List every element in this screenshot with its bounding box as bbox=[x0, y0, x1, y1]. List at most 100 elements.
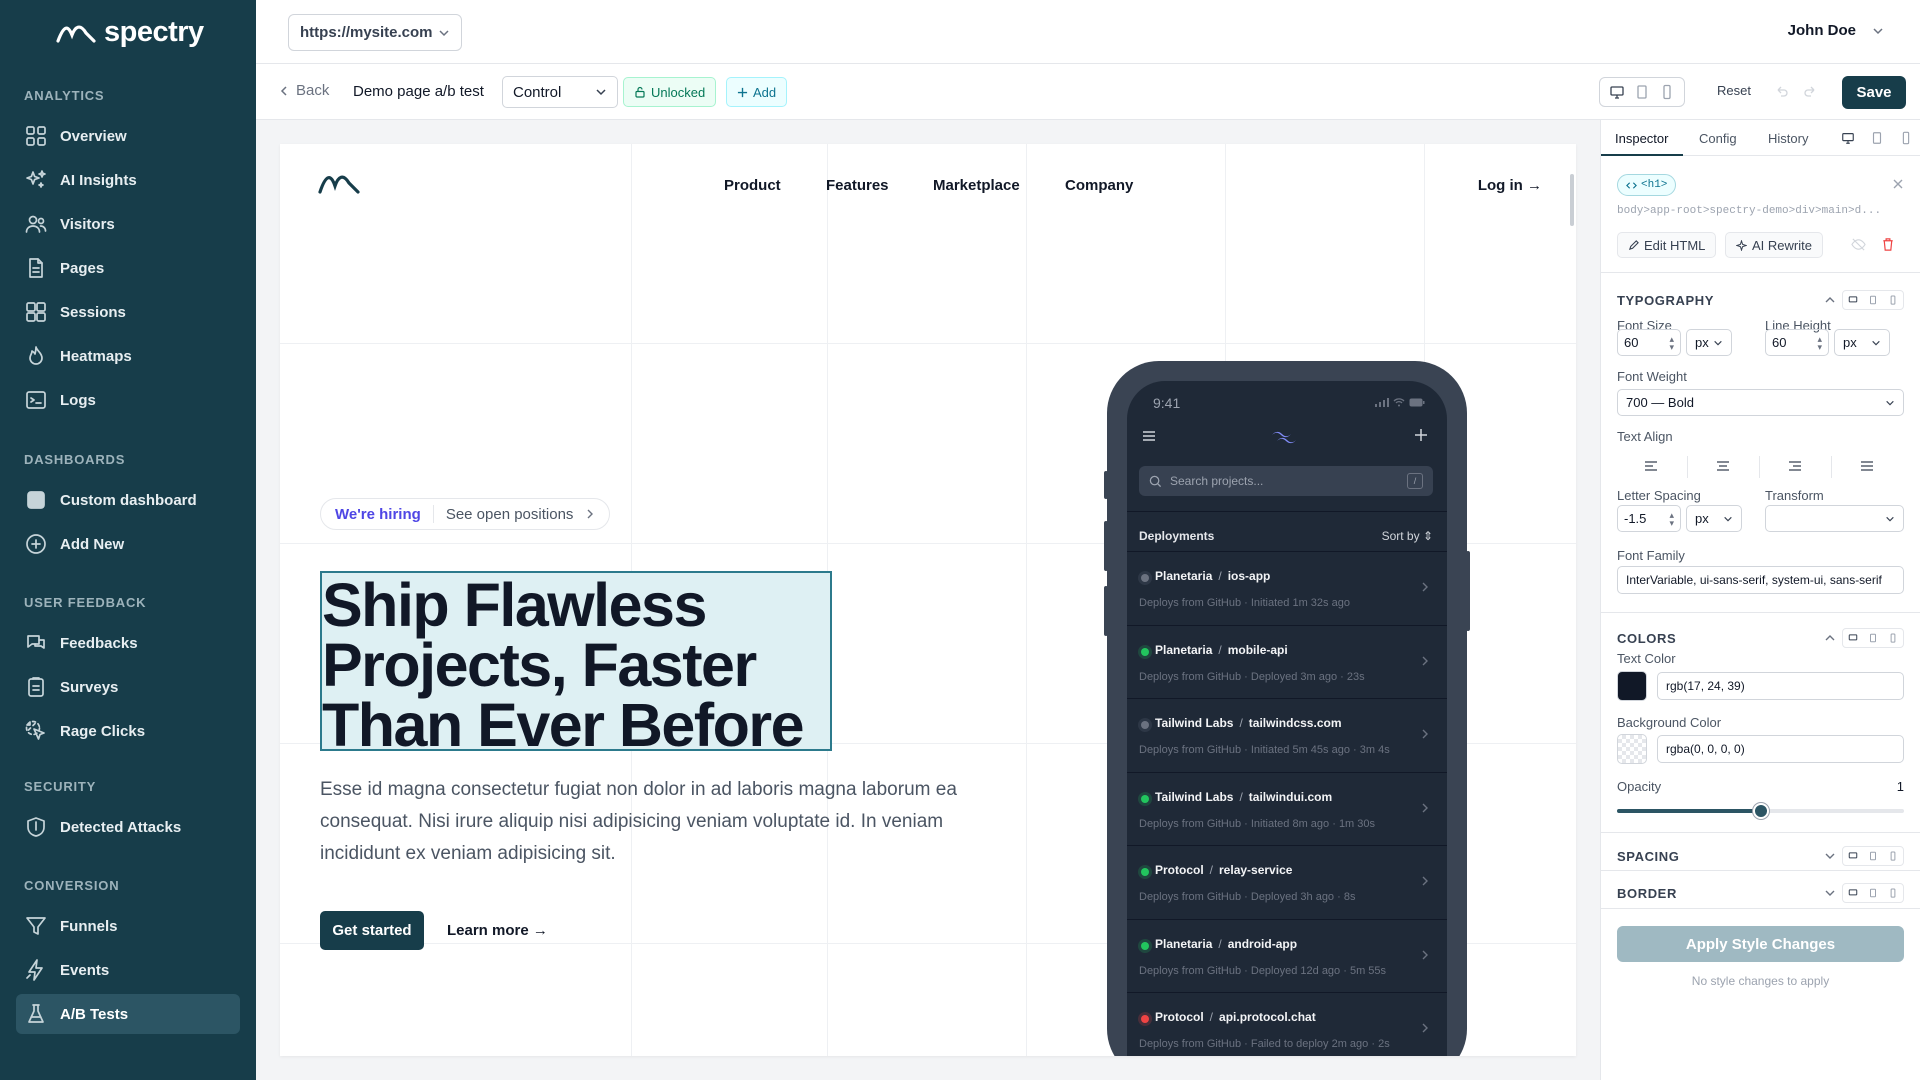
sidebar-item-visitors[interactable]: Visitors bbox=[16, 204, 240, 244]
align-right-button[interactable] bbox=[1759, 452, 1831, 480]
opacity-slider-thumb[interactable] bbox=[1752, 803, 1769, 819]
mobile-icon[interactable] bbox=[1883, 629, 1903, 647]
site-nav-marketplace[interactable]: Marketplace bbox=[933, 177, 1020, 194]
deployment-row[interactable]: Planetaria / mobile-api Deploys from GitHub… bbox=[1127, 624, 1447, 699]
canvas-scrollbar[interactable] bbox=[1570, 174, 1574, 226]
project-search-input[interactable]: Search projects... / bbox=[1139, 466, 1433, 496]
site-logo-icon[interactable] bbox=[318, 170, 360, 196]
sidebar-item-surveys[interactable]: Surveys bbox=[16, 667, 240, 707]
tablet-icon[interactable] bbox=[1863, 847, 1883, 865]
align-justify-button[interactable] bbox=[1831, 452, 1903, 480]
sidebar-item-overview[interactable]: Overview bbox=[16, 116, 240, 156]
sidebar-item-rage-clicks[interactable]: Rage Clicks bbox=[16, 711, 240, 751]
sort-by-button[interactable]: Sort by ⇕ bbox=[1382, 529, 1433, 543]
reset-button[interactable]: Reset bbox=[1717, 83, 1751, 98]
letter-spacing-input[interactable]: -1.5 ▴ ▾ bbox=[1617, 505, 1681, 532]
tab-history[interactable]: History bbox=[1768, 131, 1808, 146]
desktop-icon[interactable] bbox=[1841, 131, 1855, 145]
sidebar-item-custom-dashboard[interactable]: Custom dashboard bbox=[16, 480, 240, 520]
sidebar-item-detected-attacks[interactable]: Detected Attacks bbox=[16, 807, 240, 847]
font-size-unit-select[interactable]: px bbox=[1686, 329, 1732, 356]
sidebar-item-pages[interactable]: Pages bbox=[16, 248, 240, 288]
sidebar-item-ai-insights[interactable]: AI Insights bbox=[16, 160, 240, 200]
eye-off-icon[interactable] bbox=[1851, 237, 1866, 252]
redo-button[interactable] bbox=[1802, 83, 1818, 99]
tablet-icon[interactable] bbox=[1863, 629, 1883, 647]
sidebar-item-a-b-tests[interactable]: A/B Tests bbox=[16, 994, 240, 1034]
chevron-down-icon[interactable] bbox=[1824, 850, 1836, 862]
mobile-icon[interactable] bbox=[1883, 884, 1903, 902]
ai-rewrite-button[interactable]: AI Rewrite bbox=[1725, 232, 1823, 258]
login-link[interactable]: Log in → bbox=[1478, 177, 1542, 194]
deployment-row[interactable]: Planetaria / android-app Deploys from GitHu… bbox=[1127, 918, 1447, 993]
desktop-icon[interactable] bbox=[1843, 884, 1863, 902]
learn-more-link[interactable]: Learn more → bbox=[447, 922, 548, 939]
font-family-input[interactable]: InterVariable, ui-sans-serif, system-ui,… bbox=[1617, 566, 1904, 594]
sidebar-item-logs[interactable]: Logs bbox=[16, 380, 240, 420]
deployment-row[interactable]: Planetaria / ios-app Deploys from GitHub · … bbox=[1127, 551, 1447, 625]
site-nav-product[interactable]: Product bbox=[724, 177, 781, 194]
stepper-icon[interactable]: ▴ ▾ bbox=[1669, 510, 1674, 527]
background-color-swatch[interactable] bbox=[1617, 734, 1647, 764]
user-menu[interactable]: John Doe bbox=[1788, 22, 1884, 39]
text-color-input[interactable]: rgb(17, 24, 39) bbox=[1657, 672, 1904, 700]
add-button[interactable]: Add bbox=[726, 77, 788, 107]
desktop-icon[interactable] bbox=[1843, 291, 1863, 309]
typography-section-header[interactable]: TYPOGRAPHY bbox=[1617, 290, 1904, 310]
lock-toggle-button[interactable]: Unlocked bbox=[623, 77, 717, 107]
stepper-icon[interactable]: ▴ ▾ bbox=[1817, 334, 1822, 351]
brand-logo[interactable]: spectry bbox=[56, 16, 204, 49]
mobile-icon[interactable] bbox=[1883, 291, 1903, 309]
sidebar-item-funnels[interactable]: Funnels bbox=[16, 906, 240, 946]
desktop-icon[interactable] bbox=[1843, 629, 1863, 647]
text-color-swatch[interactable] bbox=[1617, 671, 1647, 701]
mobile-preview-button[interactable] bbox=[1659, 84, 1675, 100]
letter-spacing-unit-select[interactable]: px bbox=[1686, 505, 1742, 532]
font-weight-select[interactable]: 700 — Bold bbox=[1617, 389, 1904, 416]
hamburger-menu-icon[interactable] bbox=[1141, 429, 1157, 443]
save-button[interactable]: Save bbox=[1842, 76, 1906, 109]
apply-style-changes-button[interactable]: Apply Style Changes bbox=[1617, 926, 1904, 962]
deployment-row[interactable]: Tailwind Labs / tailwindcss.com Deploys fro… bbox=[1127, 698, 1447, 772]
colors-section-header[interactable]: COLORS bbox=[1617, 628, 1904, 648]
tablet-icon[interactable] bbox=[1870, 131, 1884, 145]
chevron-up-icon[interactable] bbox=[1824, 632, 1836, 644]
align-center-button[interactable] bbox=[1687, 452, 1759, 480]
sidebar-item-feedbacks[interactable]: Feedbacks bbox=[16, 623, 240, 663]
line-height-input[interactable]: 60 ▴ ▾ bbox=[1765, 329, 1829, 356]
spacing-section-header[interactable]: SPACING bbox=[1617, 846, 1904, 866]
hero-description[interactable]: Esse id magna consectetur fugiat non dol… bbox=[320, 774, 1020, 870]
trash-icon[interactable] bbox=[1881, 237, 1895, 252]
variant-select[interactable]: Control bbox=[502, 76, 618, 108]
sidebar-item-add-new[interactable]: Add New bbox=[16, 524, 240, 564]
opacity-slider[interactable] bbox=[1617, 803, 1904, 819]
tab-config[interactable]: Config bbox=[1699, 131, 1737, 146]
desktop-preview-button[interactable] bbox=[1609, 84, 1625, 100]
mobile-icon[interactable] bbox=[1899, 131, 1913, 145]
sidebar-item-heatmaps[interactable]: Heatmaps bbox=[16, 336, 240, 376]
sidebar-item-sessions[interactable]: Sessions bbox=[16, 292, 240, 332]
tablet-icon[interactable] bbox=[1863, 884, 1883, 902]
deployment-row[interactable]: Protocol / relay-service Deploys from GitHu… bbox=[1127, 845, 1447, 919]
chevron-down-icon[interactable] bbox=[1824, 887, 1836, 899]
mobile-icon[interactable] bbox=[1883, 847, 1903, 865]
tablet-icon[interactable] bbox=[1863, 291, 1883, 309]
line-height-unit-select[interactable]: px bbox=[1834, 329, 1890, 356]
deployment-row[interactable]: Protocol / api.protocol.chat Deploys from G… bbox=[1127, 992, 1447, 1056]
align-left-button[interactable] bbox=[1615, 452, 1687, 480]
tab-inspector[interactable]: Inspector bbox=[1615, 131, 1668, 146]
sidebar-item-events[interactable]: Events bbox=[16, 950, 240, 990]
tablet-preview-button[interactable] bbox=[1634, 84, 1650, 100]
site-nav-company[interactable]: Company bbox=[1065, 177, 1133, 194]
stepper-icon[interactable]: ▴ ▾ bbox=[1669, 334, 1674, 351]
deployment-row[interactable]: Tailwind Labs / tailwindui.com Deploys from… bbox=[1127, 771, 1447, 846]
site-nav-features[interactable]: Features bbox=[826, 177, 889, 194]
border-section-header[interactable]: BORDER bbox=[1617, 883, 1904, 903]
get-started-button[interactable]: Get started bbox=[320, 911, 424, 950]
site-url-select[interactable]: https://mysite.com bbox=[288, 14, 462, 51]
close-icon[interactable] bbox=[1892, 178, 1904, 190]
back-button[interactable]: Back bbox=[278, 82, 329, 99]
background-color-input[interactable]: rgba(0, 0, 0, 0) bbox=[1657, 735, 1904, 763]
hiring-banner[interactable]: We're hiring See open positions bbox=[320, 498, 611, 530]
font-size-input[interactable]: 60 ▴ ▾ bbox=[1617, 329, 1681, 356]
